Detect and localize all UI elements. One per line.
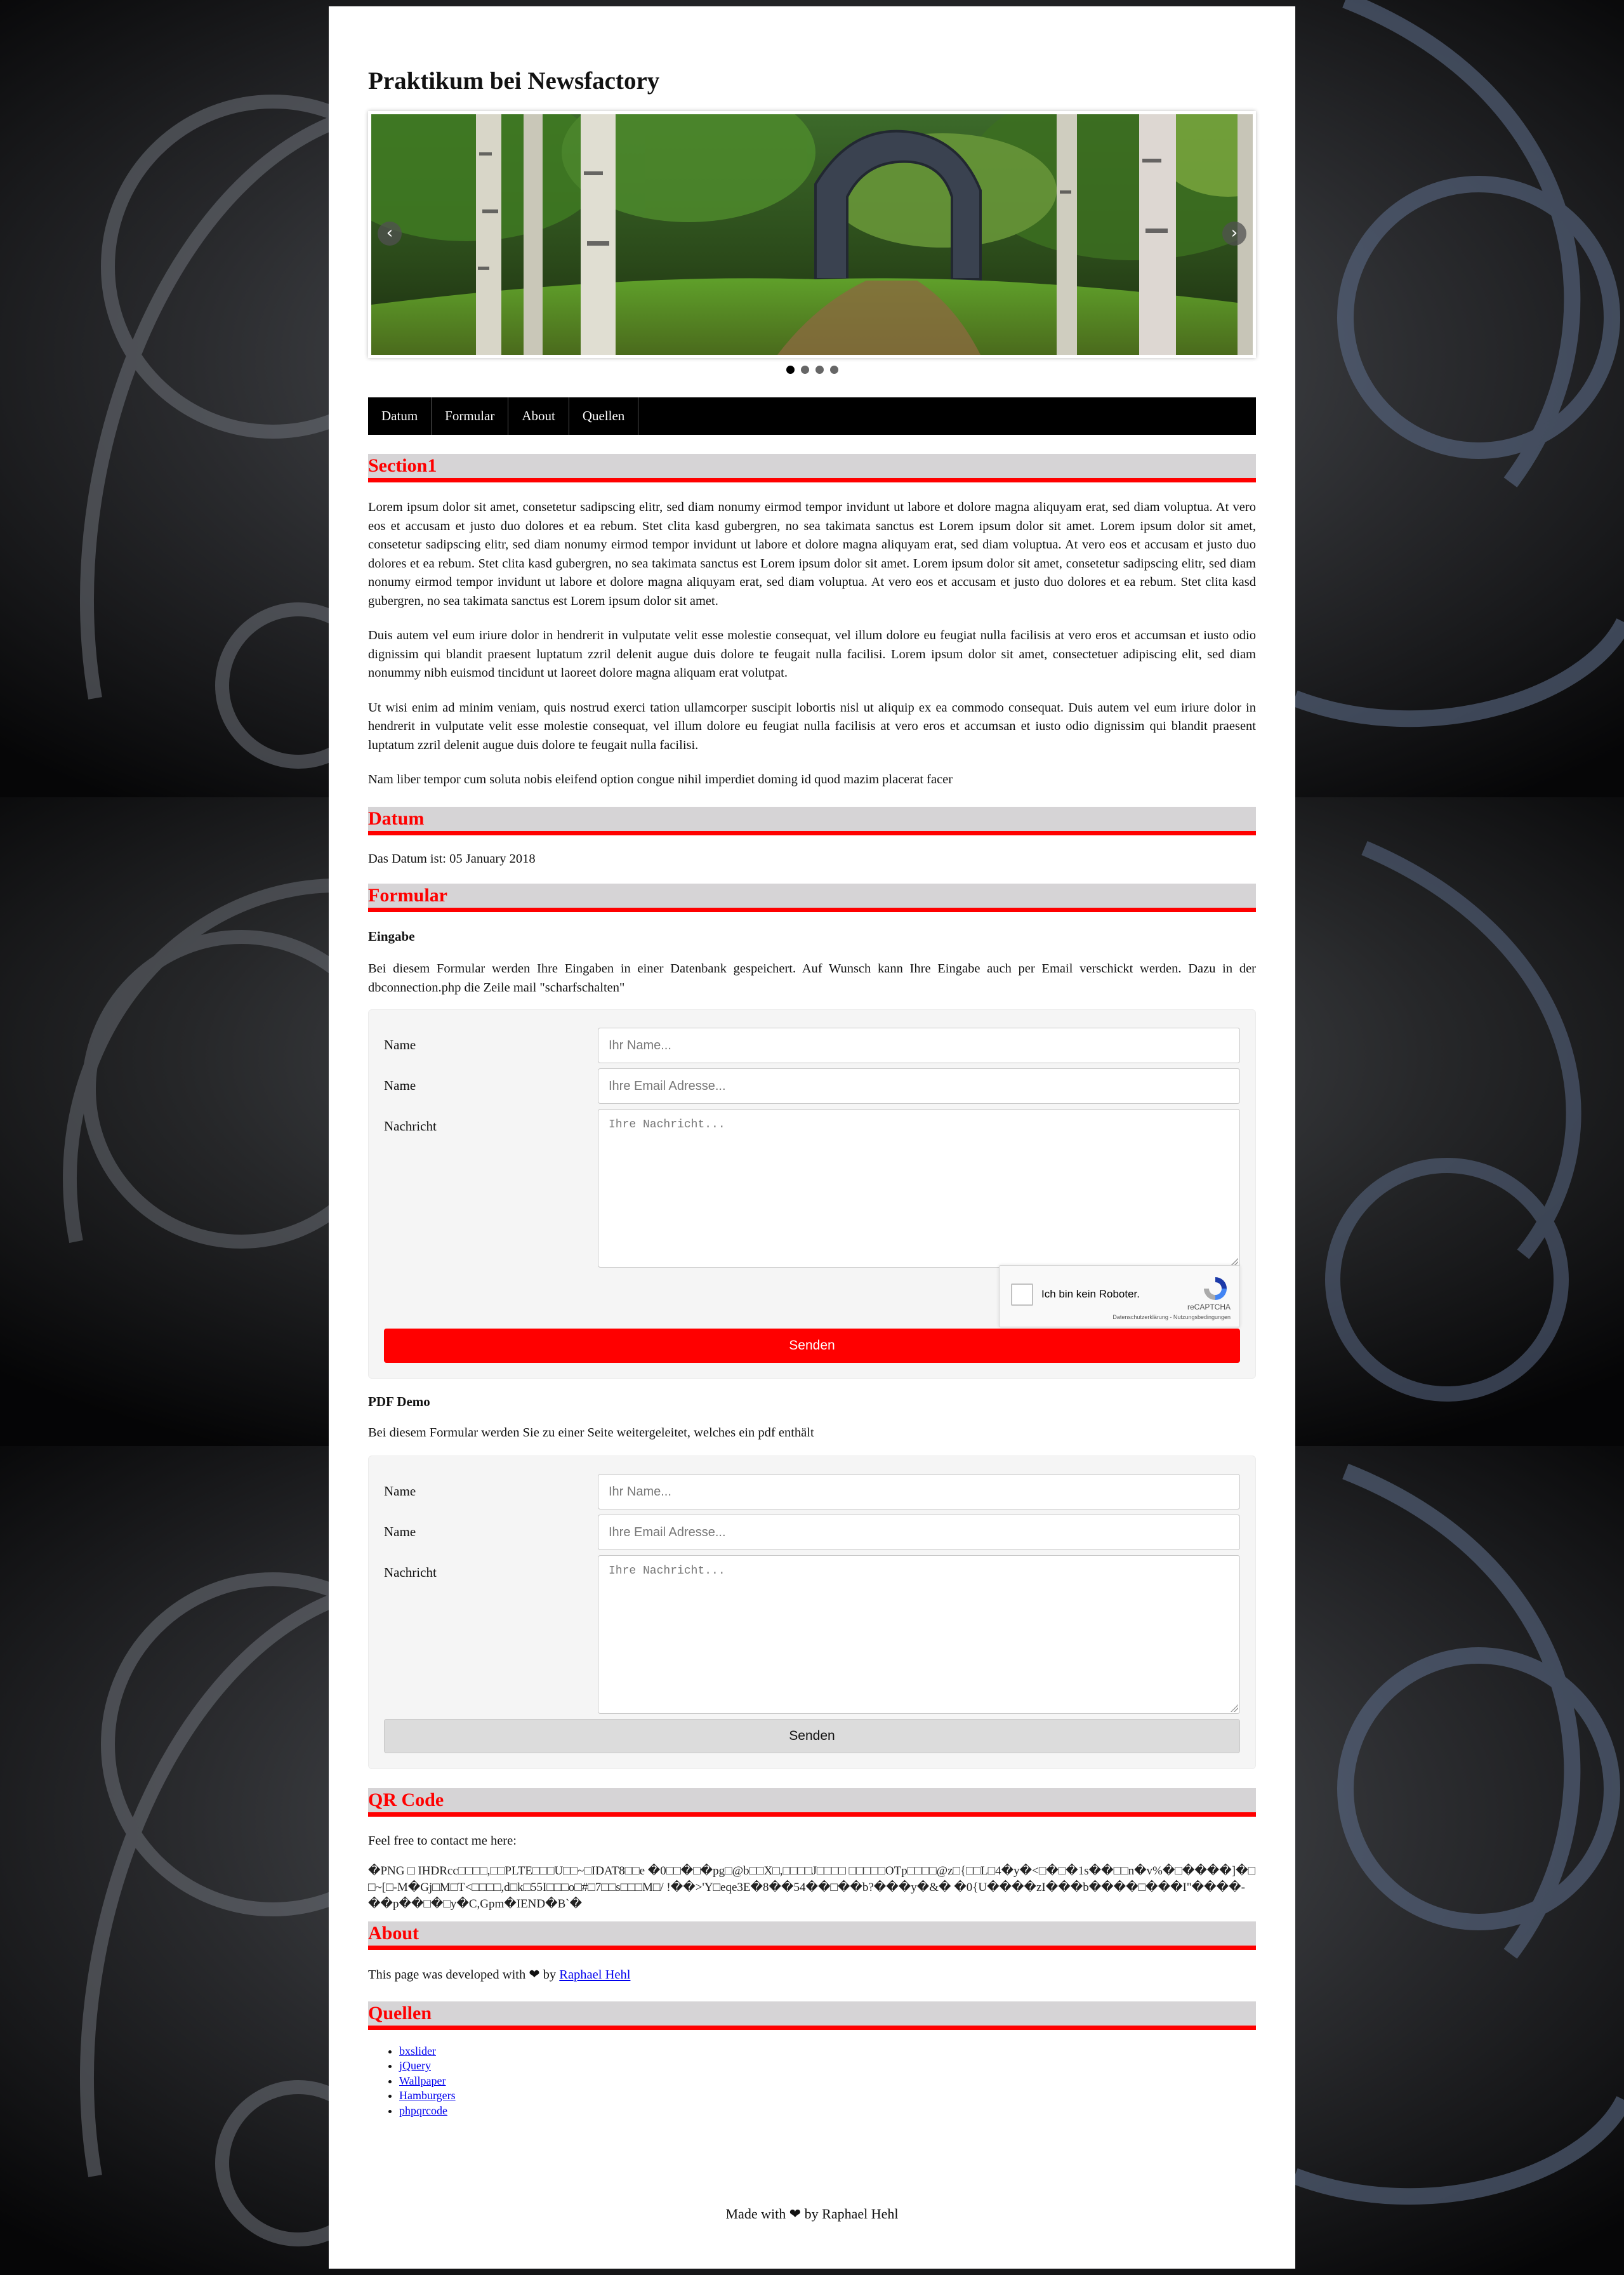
pdf-email-input[interactable]: Ihre Email Adresse... xyxy=(598,1514,1240,1550)
main-nav: Datum Formular About Quellen xyxy=(368,397,1256,435)
footer-heart-icon: ❤ xyxy=(789,2206,802,2222)
form-row-email: Name Ihre Email Adresse... xyxy=(384,1068,1240,1104)
form-row-message: Nachricht Ihre Nachricht... xyxy=(384,1109,1240,1268)
pdf-description: Bei diesem Formular werden Sie zu einer … xyxy=(368,1426,814,1440)
nav-item-quellen[interactable]: Quellen xyxy=(569,397,639,435)
name-label: Name xyxy=(384,1037,416,1052)
pager-dot-4[interactable] xyxy=(829,366,838,374)
pdf-form-row-name: Name Ihr Name... xyxy=(384,1473,1240,1509)
list-item: bxslider xyxy=(399,2044,1256,2059)
recaptcha-label: Ich bin kein Roboter. xyxy=(1041,1288,1140,1300)
pdf-message-label: Nachricht xyxy=(384,1564,437,1580)
eingabe-submit-button[interactable]: Senden xyxy=(384,1329,1240,1363)
pdf-resize-handle[interactable] xyxy=(1231,1704,1238,1712)
section1-paragraph-4: Nam liber tempor cum soluta nobis eleife… xyxy=(368,773,953,786)
pdf-name-input[interactable]: Ihr Name... xyxy=(598,1473,1240,1509)
section1-paragraph-3: Ut wisi enim ad minim veniam, quis nostr… xyxy=(368,700,1256,752)
pdf-email-label: Name xyxy=(384,1523,416,1539)
link-bxslider[interactable]: bxslider xyxy=(399,2045,436,2057)
pager-dot-3[interactable] xyxy=(815,366,824,374)
name-input[interactable]: Ihr Name... xyxy=(598,1028,1240,1063)
link-hamburgers[interactable]: Hamburgers xyxy=(399,2089,456,2102)
slider-pager xyxy=(368,366,1256,374)
nav-item-datum[interactable]: Datum xyxy=(368,397,432,435)
formular-heading: Formular xyxy=(368,884,1256,912)
page-container: Praktikum bei Newsfactory ‹ › Datum Form… xyxy=(329,6,1295,2269)
captcha-wrapper: Ich bin kein Roboter. reCAPTCHA Datensch… xyxy=(384,1265,1240,1327)
eingabe-description: Bei diesem Formular werden Ihre Eingaben… xyxy=(368,962,1256,995)
pdf-message-textarea[interactable]: Ihre Nachricht... xyxy=(598,1555,1240,1714)
footer: Made with ❤ by Raphael Hehl xyxy=(329,2206,1295,2222)
section1-paragraph-1: Lorem ipsum dolor sit amet, consetetur s… xyxy=(368,500,1256,608)
chevron-left-icon[interactable]: ‹ xyxy=(378,222,402,246)
email-label: Name xyxy=(384,1078,416,1093)
about-text-before: This page was developed with xyxy=(368,1968,526,1982)
pdf-message-placeholder: Ihre Nachricht... xyxy=(609,1564,725,1577)
pdf-form: Name Ihr Name... Name Ihre Email Adresse… xyxy=(368,1455,1256,1769)
recaptcha-brand: reCAPTCHA xyxy=(1187,1303,1231,1311)
pager-dot-1[interactable] xyxy=(786,366,795,374)
datum-heading: Datum xyxy=(368,806,1256,835)
list-item: phpqrcode xyxy=(399,2104,1256,2119)
footer-text-after: by Raphael Hehl xyxy=(804,2206,899,2222)
datum-text: Das Datum ist: 05 January 2018 xyxy=(368,851,536,866)
about-heading: About xyxy=(368,1921,1256,1950)
site-title: Praktikum bei Newsfactory xyxy=(368,67,660,95)
quellen-heading: Quellen xyxy=(368,2001,1256,2030)
slider-image xyxy=(371,114,1253,355)
message-textarea[interactable]: Ihre Nachricht... xyxy=(598,1109,1240,1268)
link-wallpaper[interactable]: Wallpaper xyxy=(399,2074,446,2087)
list-item: Wallpaper xyxy=(399,2074,1256,2089)
author-link[interactable]: Raphael Hehl xyxy=(559,1968,630,1982)
pager-dot-2[interactable] xyxy=(800,366,809,374)
section1-heading: Section1 xyxy=(368,454,1256,482)
pdf-form-row-message: Nachricht Ihre Nachricht... xyxy=(384,1555,1240,1714)
pdf-submit-button[interactable]: Senden xyxy=(384,1718,1240,1753)
recaptcha-widget: Ich bin kein Roboter. reCAPTCHA Datensch… xyxy=(999,1265,1240,1327)
eingabe-form: Name Ihr Name... Name Ihre Email Adresse… xyxy=(368,1009,1256,1379)
section1-paragraph-2: Duis autem vel eum iriure dolor in hendr… xyxy=(368,628,1256,680)
qr-intro: Feel free to contact me here: xyxy=(368,1833,517,1848)
pdf-form-row-email: Name Ihre Email Adresse... xyxy=(384,1514,1240,1550)
chevron-right-icon[interactable]: › xyxy=(1222,222,1246,246)
qr-binary-output: �PNG □ IHDRcc□□□□,□□PLTE□□□U□□~□IDAT8□□e… xyxy=(368,1864,1256,1911)
form-row-name: Name Ihr Name... xyxy=(384,1028,1240,1063)
recaptcha-links[interactable]: Datenschutzerklärung - Nutzungsbedingung… xyxy=(1112,1314,1231,1320)
link-phpqrcode[interactable]: phpqrcode xyxy=(399,2104,447,2117)
message-label: Nachricht xyxy=(384,1118,437,1134)
about-text: This page was developed with ❤ by Raphae… xyxy=(368,1965,1256,1985)
footer-text-before: Made with xyxy=(725,2206,786,2222)
recaptcha-checkbox[interactable] xyxy=(1011,1283,1033,1306)
eingabe-title: Eingabe xyxy=(368,929,415,944)
main-content: Section1 Lorem ipsum dolor sit amet, con… xyxy=(368,454,1256,2118)
nav-item-about[interactable]: About xyxy=(508,397,569,435)
pdf-title: PDF Demo xyxy=(368,1394,430,1409)
about-text-by: by xyxy=(543,1968,557,1982)
email-input[interactable]: Ihre Email Adresse... xyxy=(598,1068,1240,1104)
nav-item-formular[interactable]: Formular xyxy=(432,397,509,435)
list-item: jQuery xyxy=(399,2059,1256,2074)
link-jquery[interactable]: jQuery xyxy=(399,2059,431,2072)
quellen-list: bxslider jQuery Wallpaper Hamburgers php… xyxy=(368,2044,1256,2119)
qr-heading: QR Code xyxy=(368,1788,1256,1817)
list-item: Hamburgers xyxy=(399,2088,1256,2104)
message-placeholder: Ihre Nachricht... xyxy=(609,1118,725,1131)
pdf-name-label: Name xyxy=(384,1483,416,1499)
heart-icon: ❤ xyxy=(529,1967,540,1982)
recaptcha-icon xyxy=(1204,1277,1227,1300)
image-slider[interactable]: ‹ › xyxy=(368,111,1256,358)
